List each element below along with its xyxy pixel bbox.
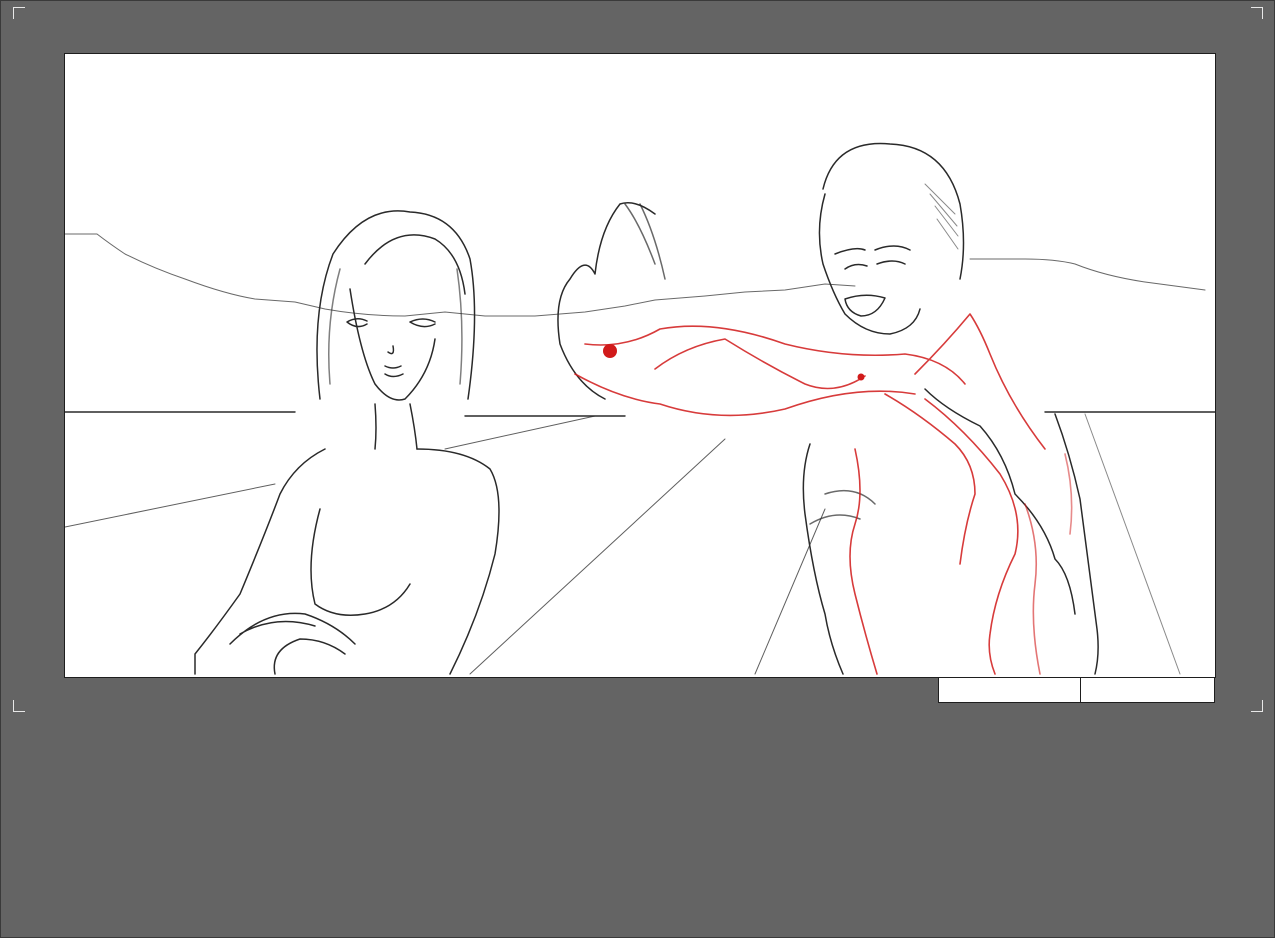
floor-line (469, 438, 726, 675)
crop-mark-icon (13, 700, 25, 712)
panel-duration-field[interactable] (1080, 677, 1215, 703)
red-sketch-overlay (574, 313, 1073, 675)
horizon-line (65, 411, 1215, 417)
floor-line (444, 415, 596, 450)
panel-sketch (65, 142, 1215, 675)
red-sketch-mark (857, 373, 865, 381)
woman-figure (194, 210, 500, 675)
floor-line (1084, 413, 1181, 675)
crop-mark-icon (13, 7, 25, 19)
floor-line (65, 483, 276, 528)
panel-number-field[interactable] (938, 677, 1081, 703)
floor-line (754, 508, 826, 675)
storyboard-canvas (0, 0, 1275, 938)
mountain-ridge-right (969, 258, 1206, 291)
storyboard-panel[interactable] (64, 53, 1216, 678)
red-sketch-mark (603, 344, 617, 358)
crop-mark-icon (1251, 7, 1263, 19)
crop-mark-icon (1251, 700, 1263, 712)
